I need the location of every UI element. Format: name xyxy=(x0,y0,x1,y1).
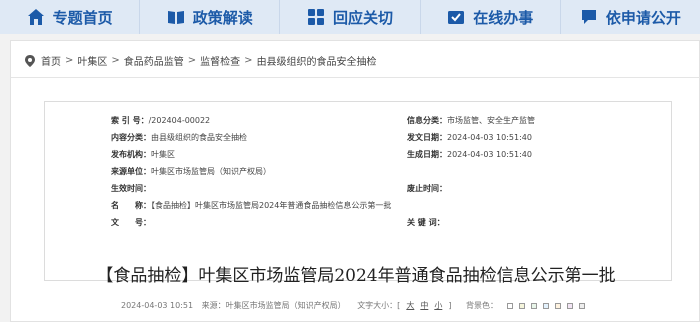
keywords-label: 关 键 词： xyxy=(407,218,445,227)
breadcrumb-separator: > xyxy=(244,55,253,66)
bg-color-swatch[interactable] xyxy=(530,302,537,309)
doc-no-row: 文 号： xyxy=(111,218,151,228)
bg-color-swatch[interactable] xyxy=(566,302,573,309)
name-value: 【食品抽检】叶集区市场监管局2024年普通食品抽检信息公示第一批 xyxy=(151,201,392,210)
bg-color-swatch[interactable] xyxy=(506,302,513,309)
font-small-button[interactable]: 小 xyxy=(434,301,442,310)
font-size-label: 文字大小：[ xyxy=(357,301,401,310)
bg-color-swatch[interactable] xyxy=(542,302,549,309)
release-date-row: 发文日期：2024-04-03 10:51:40 xyxy=(407,133,532,143)
abolish-row: 废止时间： xyxy=(407,184,447,194)
checkbox-icon xyxy=(448,11,465,24)
category-label: 信息分类： xyxy=(407,116,447,125)
breadcrumb-yeji[interactable]: 叶集区 xyxy=(77,53,107,68)
category-value: 市场监管、安全生产监管 xyxy=(447,116,535,125)
content-label: 内容分类： xyxy=(111,133,151,142)
index-value: /202404-00022 xyxy=(148,116,211,125)
nav-label: 依申请公开 xyxy=(605,8,681,27)
bg-color-swatch[interactable] xyxy=(578,302,585,309)
nav-label: 政策解读 xyxy=(192,8,253,27)
content-row: 内容分类：由县级组织的食品安全抽检 xyxy=(111,133,247,143)
breadcrumb-divider xyxy=(11,77,700,78)
breadcrumb: 首页 > 叶集区 > 食品药品监管 > 监督检查 > 由县级组织的食品安全抽检 xyxy=(25,53,377,68)
release-date-label: 发文日期： xyxy=(407,133,447,142)
nav-label: 专题首页 xyxy=(52,8,113,27)
breadcrumb-home[interactable]: 首页 xyxy=(41,53,61,68)
category-row: 信息分类：市场监管、安全生产监管 xyxy=(407,116,535,126)
article-meta: 2024-04-03 10:51 来源：叶集区市场监管局（知识产权局） 文字大小… xyxy=(11,300,700,311)
book-icon xyxy=(167,11,184,24)
issuer-row: 发布机构：叶集区 xyxy=(111,150,175,160)
nav-label: 在线办事 xyxy=(473,8,534,27)
nav-home[interactable]: 专题首页 xyxy=(0,0,141,34)
breadcrumb-separator: > xyxy=(111,55,120,66)
nav-online-service[interactable]: 在线办事 xyxy=(421,0,561,34)
generated-value: 2024-04-03 10:51:40 xyxy=(447,150,532,159)
nav-policy[interactable]: 政策解读 xyxy=(140,0,281,34)
nav-label: 回应关切 xyxy=(333,8,394,27)
bg-swatch-group xyxy=(504,301,588,310)
nav-response[interactable]: 回应关切 xyxy=(280,0,421,34)
generated-label: 生成日期： xyxy=(407,150,447,159)
breadcrumb-separator: > xyxy=(65,55,74,66)
font-size-control: 文字大小：[ 大中小] xyxy=(354,301,457,310)
bg-color-swatch[interactable] xyxy=(518,302,525,309)
bg-color-swatch[interactable] xyxy=(554,302,561,309)
chat-icon xyxy=(581,10,596,24)
nav-application[interactable]: 依申请公开 xyxy=(561,0,700,34)
background-color-control: 背景色： xyxy=(463,301,591,310)
breadcrumb-current[interactable]: 由县级组织的食品安全抽检 xyxy=(257,53,377,68)
keywords-row: 关 键 词： xyxy=(407,218,445,228)
breadcrumb-separator: > xyxy=(187,55,197,66)
name-row: 名 称：【食品抽检】叶集区市场监管局2024年普通食品抽检信息公示第一批 xyxy=(111,201,391,211)
font-medium-button[interactable]: 中 xyxy=(420,301,428,310)
publish-date: 2024-04-03 10:51 xyxy=(121,301,194,310)
article-source: 来源：叶集区市场监管局（知识产权局） xyxy=(201,301,346,310)
bg-color-label: 背景色： xyxy=(465,301,498,310)
issuer-value: 叶集区 xyxy=(151,150,175,159)
font-large-button[interactable]: 大 xyxy=(406,301,414,310)
font-size-end: ] xyxy=(448,301,452,310)
issuer-label: 发布机构： xyxy=(111,150,151,159)
location-pin-icon xyxy=(25,54,35,67)
breadcrumb-food-drug[interactable]: 食品药品监管 xyxy=(124,53,184,68)
doc-no-label: 文 号： xyxy=(111,218,151,227)
index-label: 索 引 号： xyxy=(111,116,149,125)
content-page: 首页 > 叶集区 > 食品药品监管 > 监督检查 > 由县级组织的食品安全抽检 … xyxy=(10,40,700,322)
info-table: 索 引 号：/202404-00022 信息分类：市场监管、安全生产监管 内容分… xyxy=(44,101,672,281)
effective-label: 生效时间： xyxy=(111,184,151,193)
effective-row: 生效时间： xyxy=(111,184,151,194)
content-value: 由县级组织的食品安全抽检 xyxy=(151,133,247,142)
breadcrumb-inspection[interactable]: 监督检查 xyxy=(200,53,240,68)
article-title: 【食品抽检】叶集区市场监管局2024年普通食品抽检信息公示第一批 xyxy=(96,266,616,286)
abolish-label: 废止时间： xyxy=(407,184,447,193)
grid-icon xyxy=(308,9,324,25)
generated-row: 生成日期：2024-04-03 10:51:40 xyxy=(407,150,532,160)
release-date-value: 2024-04-03 10:51:40 xyxy=(447,133,532,142)
index-row: 索 引 号：/202404-00022 xyxy=(111,116,210,126)
top-navigation: 专题首页 政策解读 回应关切 在线办事 依申请公开 xyxy=(0,0,700,34)
source-row: 来源单位：叶集区市场监管局（知识产权局） xyxy=(111,167,271,177)
source-value: 叶集区市场监管局（知识产权局） xyxy=(151,167,271,176)
name-label: 名 称： xyxy=(111,201,151,210)
source-label: 来源单位： xyxy=(111,167,151,176)
home-icon xyxy=(27,9,44,25)
